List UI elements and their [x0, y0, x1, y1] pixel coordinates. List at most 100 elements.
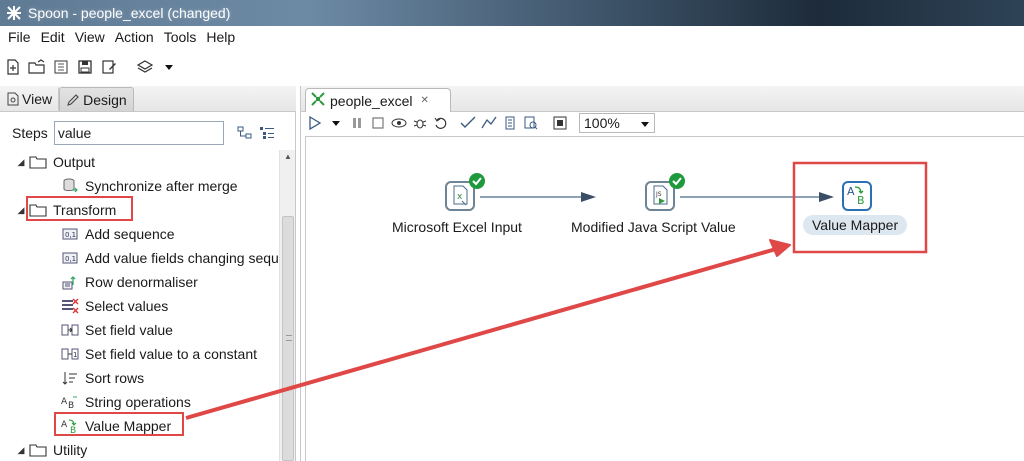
- tree-step-row-denormaliser[interactable]: Row denormaliser: [60, 270, 198, 294]
- scrollbar-thumb[interactable]: [282, 216, 294, 461]
- open-folder-icon[interactable]: [28, 58, 46, 76]
- add-sequence-icon: 0,1: [60, 225, 80, 243]
- tree-label: Set field value to a constant: [85, 346, 257, 362]
- steps-search-input[interactable]: [53, 121, 224, 145]
- tree-folder-utility[interactable]: ◢ Utility: [14, 438, 88, 461]
- tree-label: Synchronize after merge: [85, 178, 238, 194]
- tree-step-select-values[interactable]: Select values: [60, 294, 168, 318]
- expand-tree-icon[interactable]: [258, 124, 276, 142]
- transformation-canvas[interactable]: x Microsoft Excel Input JS Modified Java…: [305, 136, 1024, 461]
- folder-icon: [28, 153, 48, 171]
- step-label-java-script: Modified Java Script Value: [571, 219, 736, 235]
- value-mapper-icon: AB: [60, 417, 80, 435]
- tree-label: Select values: [85, 298, 169, 314]
- tree-step-synchronize-after-merge[interactable]: Synchronize after merge: [60, 174, 238, 198]
- menu-action[interactable]: Action: [111, 29, 158, 45]
- step-label-value-mapper: Value Mapper: [803, 215, 908, 235]
- tree-scrollbar[interactable]: ▲: [279, 150, 295, 461]
- debug-icon[interactable]: [412, 115, 428, 131]
- expanded-arrow-icon[interactable]: ◢: [14, 205, 28, 216]
- menu-bar: File Edit View Action Tools Help: [0, 26, 1024, 48]
- step-label-excel-input: Microsoft Excel Input: [392, 219, 522, 235]
- dropdown-arrow-icon[interactable]: [160, 58, 178, 76]
- tree-label: Utility: [53, 442, 88, 458]
- select-values-icon: [60, 297, 80, 315]
- folder-icon: [28, 441, 48, 459]
- hop-arrow-icon: [819, 192, 834, 202]
- zoom-value: 100%: [584, 115, 620, 131]
- expanded-arrow-icon[interactable]: ◢: [14, 445, 28, 456]
- value-mapper-icon: AB: [846, 184, 868, 209]
- preview-eye-icon[interactable]: [391, 115, 407, 131]
- verify-icon[interactable]: [460, 115, 476, 131]
- svg-text:JS: JS: [655, 191, 662, 198]
- steps-tree: ◢ Output Synchronize after merge ◢ Trans…: [0, 150, 278, 461]
- pause-icon[interactable]: [349, 115, 365, 131]
- show-results-icon[interactable]: [552, 115, 568, 131]
- excel-input-icon: x: [449, 184, 471, 209]
- spoon-app-icon: [6, 5, 22, 21]
- run-icon[interactable]: [307, 115, 323, 131]
- layers-icon[interactable]: [136, 58, 154, 76]
- new-file-icon[interactable]: [4, 58, 22, 76]
- scroll-up-arrow-icon[interactable]: ▲: [280, 152, 296, 161]
- tree-step-set-field-constant[interactable]: 1 Set field value to a constant: [60, 342, 257, 366]
- design-pencil-icon: [66, 93, 80, 107]
- svg-text:0,1: 0,1: [65, 255, 76, 263]
- svg-text:A: A: [847, 185, 855, 198]
- step-value-mapper[interactable]: AB: [842, 181, 872, 211]
- tree-step-string-operations[interactable]: AB String operations: [60, 390, 191, 414]
- tree-label: Transform: [53, 202, 117, 218]
- tree-step-value-mapper[interactable]: AB Value Mapper: [60, 414, 171, 438]
- tree-step-set-field-value[interactable]: Set field value: [60, 318, 173, 342]
- tab-view[interactable]: View: [0, 87, 60, 111]
- tree-step-add-value-fields[interactable]: 0,1 Add value fields changing sequence: [60, 246, 278, 270]
- stop-icon[interactable]: [370, 115, 386, 131]
- title-bar: Spoon - people_excel (changed): [0, 0, 1024, 26]
- explore-repository-icon[interactable]: [52, 58, 70, 76]
- expanded-arrow-icon[interactable]: ◢: [14, 157, 28, 168]
- save-as-icon[interactable]: [100, 58, 118, 76]
- collapse-tree-icon[interactable]: [236, 124, 254, 142]
- close-tab-icon[interactable]: ✕: [421, 95, 429, 106]
- save-icon[interactable]: [76, 58, 94, 76]
- tab-design[interactable]: Design: [59, 87, 134, 111]
- hop-arrow-icon: [581, 192, 596, 202]
- run-options-dropdown-icon[interactable]: [328, 115, 344, 131]
- tree-step-sort-rows[interactable]: Sort rows: [60, 366, 144, 390]
- menu-edit[interactable]: Edit: [37, 29, 69, 45]
- tree-folder-output[interactable]: ◢ Output: [14, 150, 96, 174]
- steps-search-row: Steps: [0, 120, 296, 146]
- tab-view-label: View: [22, 91, 53, 107]
- svg-text:B: B: [857, 194, 865, 206]
- menu-help[interactable]: Help: [202, 29, 239, 45]
- tree-folder-transform[interactable]: ◢ Transform: [14, 198, 117, 222]
- set-field-constant-icon: 1: [60, 345, 80, 363]
- tree-label: Sort rows: [85, 370, 145, 386]
- zoom-select[interactable]: 100%: [579, 113, 655, 133]
- database-sync-icon: [60, 177, 80, 195]
- menu-file[interactable]: File: [4, 29, 35, 45]
- menu-view[interactable]: View: [71, 29, 109, 45]
- tab-people-excel[interactable]: people_excel ✕: [305, 88, 451, 112]
- main-toolbar: [0, 50, 1024, 84]
- canvas-toolbar: 100%: [301, 112, 1024, 134]
- svg-text:1: 1: [73, 351, 77, 359]
- impact-icon[interactable]: [481, 115, 497, 131]
- svg-text:B: B: [68, 401, 74, 410]
- tree-label: Row denormaliser: [85, 274, 198, 290]
- svg-text:A: A: [61, 420, 68, 430]
- zoom-dropdown-icon[interactable]: [640, 115, 650, 131]
- sql-icon[interactable]: [502, 115, 518, 131]
- replay-icon[interactable]: [433, 115, 449, 131]
- panel-tabs: View Design: [0, 86, 296, 112]
- step-ok-check-icon: [469, 173, 485, 189]
- tree-label: Add value fields changing sequence: [85, 250, 278, 266]
- folder-icon: [28, 201, 48, 219]
- sort-rows-icon: [60, 369, 80, 387]
- explore-db-icon[interactable]: [523, 115, 539, 131]
- menu-tools[interactable]: Tools: [160, 29, 201, 45]
- tree-label: Output: [53, 154, 96, 170]
- tree-step-add-sequence[interactable]: 0,1 Add sequence: [60, 222, 175, 246]
- tree-label: String operations: [85, 394, 191, 410]
